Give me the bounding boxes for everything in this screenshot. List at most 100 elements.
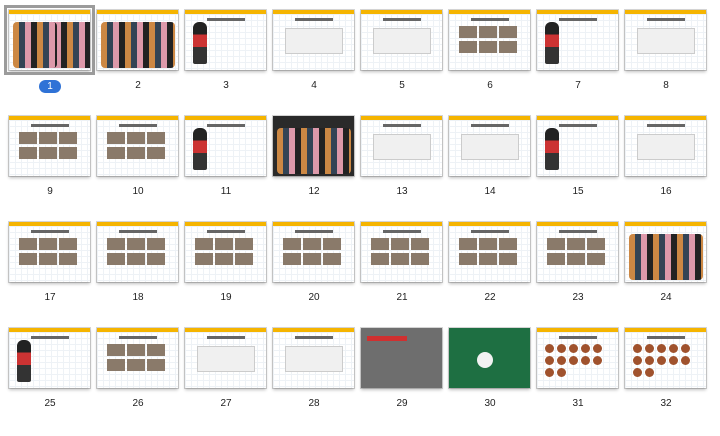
slide-number: 13 bbox=[396, 186, 408, 197]
slide-thumbnail[interactable]: 6 bbox=[448, 8, 536, 114]
slide-preview[interactable] bbox=[449, 10, 530, 70]
slide-preview[interactable] bbox=[449, 222, 530, 282]
slide-thumbnail[interactable]: 20 bbox=[272, 220, 360, 326]
slide-number: 3 bbox=[223, 80, 229, 91]
slide-thumbnail[interactable]: 32 bbox=[624, 326, 712, 432]
slide-preview[interactable] bbox=[625, 116, 706, 176]
slide-thumbnail[interactable]: 29 bbox=[360, 326, 448, 432]
slide-preview[interactable] bbox=[185, 10, 266, 70]
slide-number: 23 bbox=[572, 292, 584, 303]
slide-number: 19 bbox=[220, 292, 232, 303]
slide-number: 30 bbox=[484, 398, 496, 409]
slide-preview[interactable] bbox=[361, 328, 442, 388]
slide-preview[interactable] bbox=[185, 116, 266, 176]
slide-thumbnail[interactable]: 18 bbox=[96, 220, 184, 326]
slide-preview[interactable] bbox=[361, 10, 442, 70]
slide-thumbnail[interactable]: 11 bbox=[184, 114, 272, 220]
slide-number: 12 bbox=[308, 186, 320, 197]
slide-thumbnail[interactable]: 17 bbox=[8, 220, 96, 326]
content-box bbox=[637, 134, 695, 160]
slide-thumbnail[interactable]: 28 bbox=[272, 326, 360, 432]
slide-preview[interactable] bbox=[97, 222, 178, 282]
slide-thumbnail[interactable]: 25 bbox=[8, 326, 96, 432]
title-graphic bbox=[119, 336, 157, 339]
slide-thumbnail[interactable]: 27 bbox=[184, 326, 272, 432]
slide-preview[interactable] bbox=[273, 328, 354, 388]
slide-preview[interactable] bbox=[537, 328, 618, 388]
slide-thumbnail[interactable]: 2 bbox=[96, 8, 184, 114]
slide-preview[interactable] bbox=[537, 10, 618, 70]
slide-thumbnail[interactable]: 14 bbox=[448, 114, 536, 220]
slide-preview[interactable] bbox=[97, 328, 178, 388]
slide-preview[interactable] bbox=[97, 116, 178, 176]
header-accent-bar bbox=[449, 116, 530, 120]
slide-thumbnail[interactable]: 3 bbox=[184, 8, 272, 114]
slide-number: 26 bbox=[132, 398, 144, 409]
slide-number: 6 bbox=[487, 80, 493, 91]
slide-preview[interactable] bbox=[273, 10, 354, 70]
slide-preview[interactable] bbox=[4, 5, 95, 75]
slide-preview[interactable] bbox=[449, 116, 530, 176]
slide-preview[interactable] bbox=[97, 10, 178, 70]
slide-thumbnail[interactable]: 10 bbox=[96, 114, 184, 220]
slide-thumbnail[interactable]: 23 bbox=[536, 220, 624, 326]
slide-thumbnail[interactable]: 9 bbox=[8, 114, 96, 220]
slide-preview[interactable] bbox=[9, 116, 90, 176]
slide-preview[interactable] bbox=[625, 10, 706, 70]
slide-thumbnail[interactable]: 31 bbox=[536, 326, 624, 432]
header-accent-bar bbox=[9, 222, 90, 226]
slide-preview[interactable] bbox=[625, 222, 706, 282]
title-graphic bbox=[471, 230, 509, 233]
slide-preview[interactable] bbox=[625, 328, 706, 388]
slide-preview[interactable] bbox=[273, 116, 354, 176]
slide-number: 9 bbox=[47, 186, 53, 197]
photo-grid bbox=[195, 238, 255, 266]
slide-number: 29 bbox=[396, 398, 408, 409]
header-accent-bar bbox=[625, 328, 706, 332]
slide-thumbnail[interactable]: 19 bbox=[184, 220, 272, 326]
people-photo bbox=[13, 22, 57, 68]
slide-thumbnail[interactable]: 4 bbox=[272, 8, 360, 114]
slide-thumbnail[interactable]: 26 bbox=[96, 326, 184, 432]
photo-grid bbox=[107, 238, 167, 266]
slide-preview[interactable] bbox=[449, 328, 530, 388]
title-graphic bbox=[207, 336, 245, 339]
slide-thumbnail[interactable]: 24 bbox=[624, 220, 712, 326]
slide-number: 7 bbox=[575, 80, 581, 91]
slide-number: 8 bbox=[663, 80, 669, 91]
content-box bbox=[373, 134, 431, 160]
header-accent-bar bbox=[625, 10, 706, 14]
slide-thumbnail[interactable]: 8 bbox=[624, 8, 712, 114]
slide-preview[interactable] bbox=[537, 222, 618, 282]
slide-thumbnail[interactable]: 15 bbox=[536, 114, 624, 220]
headline-graphic bbox=[367, 336, 407, 341]
person-graphic bbox=[545, 22, 559, 64]
slide-thumbnail[interactable]: 22 bbox=[448, 220, 536, 326]
slide-thumbnail[interactable]: 16 bbox=[624, 114, 712, 220]
slide-thumbnail[interactable]: 21 bbox=[360, 220, 448, 326]
photo-grid bbox=[371, 238, 431, 266]
slide-thumbnail[interactable]: 1 bbox=[4, 5, 96, 114]
slide-thumbnail[interactable]: 5 bbox=[360, 8, 448, 114]
slide-thumbnail[interactable]: 7 bbox=[536, 8, 624, 114]
slide-preview[interactable] bbox=[361, 222, 442, 282]
slide-number: 14 bbox=[484, 186, 496, 197]
slide-preview[interactable] bbox=[185, 328, 266, 388]
slide-preview[interactable] bbox=[273, 222, 354, 282]
slide-thumbnail[interactable]: 12 bbox=[272, 114, 360, 220]
slide-preview[interactable] bbox=[361, 116, 442, 176]
slide-preview[interactable] bbox=[537, 116, 618, 176]
header-accent-bar bbox=[273, 222, 354, 226]
header-accent-bar bbox=[449, 222, 530, 226]
slide-preview[interactable] bbox=[185, 222, 266, 282]
slide-thumbnail[interactable]: 30 bbox=[448, 326, 536, 432]
slide-number: 17 bbox=[44, 292, 56, 303]
header-accent-bar bbox=[185, 10, 266, 14]
title-graphic bbox=[207, 18, 245, 21]
slide-preview[interactable] bbox=[9, 328, 90, 388]
header-accent-bar bbox=[361, 222, 442, 226]
slide-preview[interactable] bbox=[9, 222, 90, 282]
title-graphic bbox=[207, 230, 245, 233]
title-graphic bbox=[471, 124, 509, 127]
slide-thumbnail[interactable]: 13 bbox=[360, 114, 448, 220]
